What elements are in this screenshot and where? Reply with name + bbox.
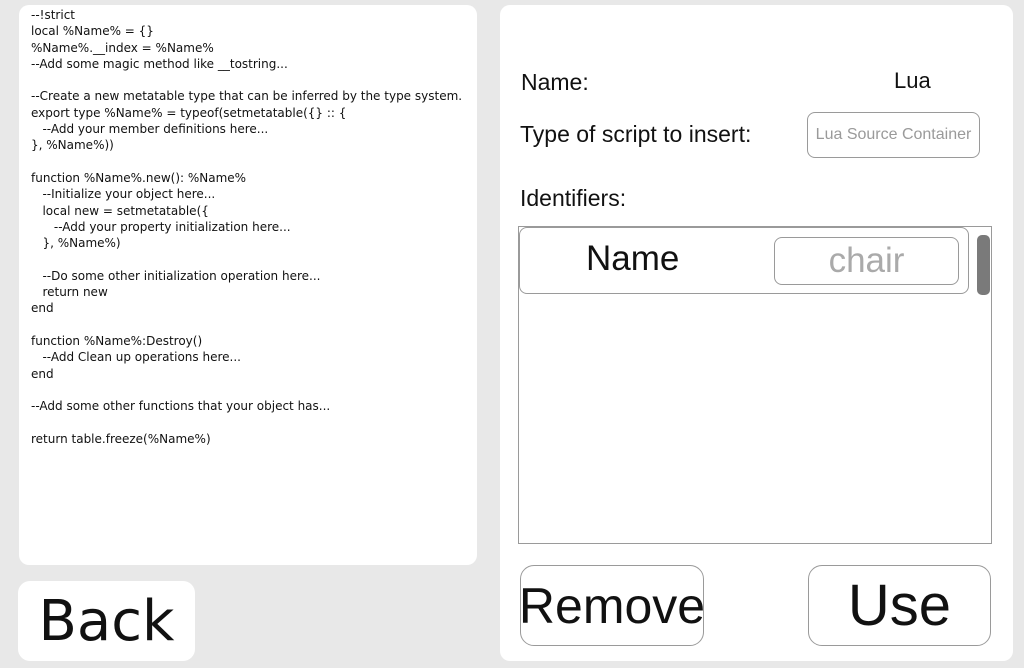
code-line: function %Name%:Destroy() bbox=[31, 333, 203, 348]
use-button[interactable]: Use bbox=[808, 565, 991, 646]
identifier-name-label: Name bbox=[586, 239, 680, 278]
code-line: --Add some magic method like __tostring.… bbox=[31, 56, 288, 71]
code-line: --Do some other initialization operation… bbox=[31, 268, 321, 283]
code-line: function %Name%.new(): %Name% bbox=[31, 170, 247, 185]
code-line: local new = setmetatable({ bbox=[31, 203, 209, 218]
identifiers-label: Identifiers: bbox=[520, 185, 627, 211]
code-line: export type %Name% = typeof(setmetatable… bbox=[31, 105, 347, 120]
code-line: --Add your property initialization here.… bbox=[31, 219, 291, 234]
code-line: --Create a new metatable type that can b… bbox=[31, 89, 463, 104]
remove-button[interactable]: Remove bbox=[519, 565, 705, 646]
code-line: %Name%.__index = %Name% bbox=[31, 40, 214, 55]
code-line: --Add your member definitions here... bbox=[31, 122, 269, 137]
script-type-input[interactable]: Lua Source Container bbox=[807, 112, 980, 158]
script-type-label: Type of script to insert: bbox=[520, 121, 752, 147]
code-line: }, %Name%) bbox=[31, 236, 121, 251]
code-line: --Add some other functions that your obj… bbox=[31, 399, 331, 414]
identifiers-scrollbar[interactable] bbox=[977, 235, 990, 295]
code-preview-panel: --!strict local %Name% = {} %Name%.__ind… bbox=[19, 5, 477, 565]
back-button[interactable]: Back bbox=[18, 581, 195, 661]
code-line: end bbox=[31, 366, 54, 381]
code-line: return new bbox=[31, 285, 108, 300]
identifier-row: Name chair bbox=[519, 227, 969, 294]
code-line: local %Name% = {} bbox=[31, 24, 154, 39]
name-value: Lua bbox=[894, 68, 931, 93]
code-line: --Initialize your object here... bbox=[31, 187, 216, 202]
code-line: end bbox=[31, 301, 54, 316]
code-line: return table.freeze(%Name%) bbox=[31, 431, 211, 446]
code-line: }, %Name%)) bbox=[31, 138, 114, 153]
identifier-value-input[interactable]: chair bbox=[774, 237, 959, 285]
code-line: --Add Clean up operations here... bbox=[31, 350, 241, 365]
identifiers-list[interactable]: Name chair bbox=[518, 226, 992, 544]
name-label: Name: bbox=[521, 69, 589, 95]
code-line: --!strict bbox=[31, 8, 75, 22]
script-settings-panel: Name: Lua Type of script to insert: Lua … bbox=[500, 5, 1013, 661]
